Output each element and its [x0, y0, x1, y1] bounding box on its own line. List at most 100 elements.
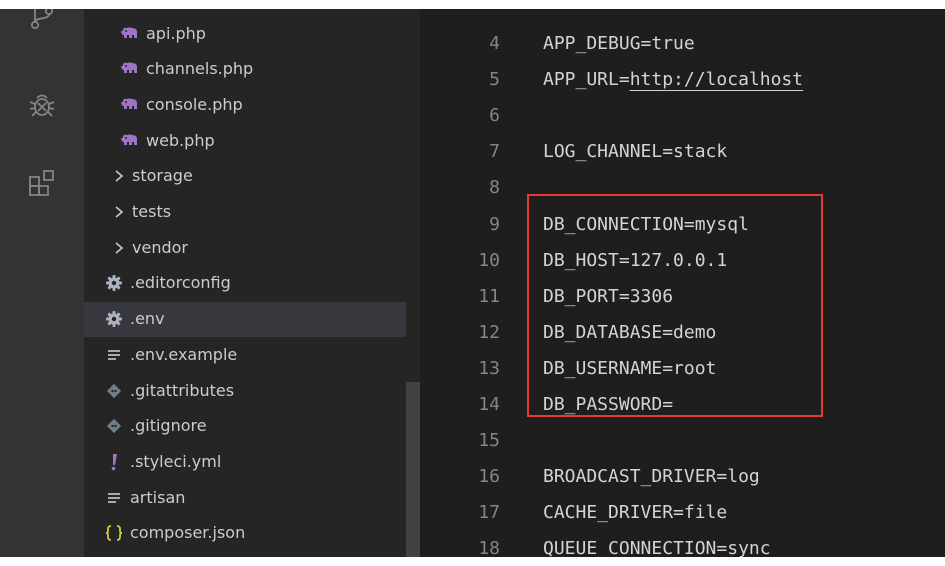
tree-item-label: storage — [132, 166, 193, 186]
php-elephant-icon — [120, 24, 140, 44]
screenshot-root: api.php channels.php console.php web.php sto… — [0, 0, 945, 566]
line-content: QUEUE_CONNECTION=sync — [543, 538, 771, 557]
tree-file[interactable]: .env.example — [84, 337, 406, 372]
line-text: APP_DEBUG=true — [543, 26, 695, 62]
debug-icon[interactable] — [27, 90, 57, 120]
tree-item-label: .gitattributes — [130, 380, 235, 400]
code-line: 8 — [420, 170, 945, 206]
braces-icon — [104, 523, 124, 543]
line-number: 6 — [489, 105, 500, 127]
line-content: CACHE_DRIVER=file — [543, 502, 728, 524]
source-control-icon[interactable] — [27, 9, 57, 31]
line-number: 18 — [478, 538, 500, 557]
line-text: DB_USERNAME=root — [543, 351, 716, 387]
tree-item-label: .env — [130, 309, 165, 329]
code-line: 11 DB_PORT=3306 — [420, 279, 945, 315]
php-elephant-icon — [120, 131, 140, 151]
php-elephant-icon — [120, 95, 140, 115]
code-line: 15 — [420, 423, 945, 459]
line-content: DB_PORT=3306 — [543, 285, 674, 307]
tree-file[interactable]: .styleci.yml — [84, 444, 406, 479]
vscode-window: api.php channels.php console.php web.php sto… — [0, 9, 945, 557]
tree-file[interactable]: console.php — [84, 87, 406, 122]
line-content: DB_HOST=127.0.0.1 — [543, 249, 728, 271]
line-content: LOG_CHANNEL=stack — [543, 141, 728, 163]
activity-bar — [0, 9, 84, 557]
code-line: 17 CACHE_DRIVER=file — [420, 495, 945, 531]
tree-folder[interactable]: storage — [84, 159, 406, 194]
tree-item-label: composer.json — [130, 523, 246, 543]
tree-file[interactable]: .env — [84, 301, 406, 337]
git-diamond-icon — [104, 416, 124, 436]
tree-file[interactable]: .gitattributes — [84, 373, 406, 408]
tree-folder[interactable]: tests — [84, 195, 406, 230]
url-link[interactable]: http://localhost — [630, 69, 803, 90]
extensions-icon[interactable] — [27, 168, 57, 198]
tree-item-label: console.php — [146, 94, 243, 114]
code-line: 10 DB_HOST=127.0.0.1 — [420, 243, 945, 279]
line-number: 5 — [489, 69, 500, 91]
line-content: DB_USERNAME=root — [543, 357, 717, 379]
tree-file[interactable]: web.php — [84, 123, 406, 158]
tree-file[interactable]: artisan — [84, 480, 406, 515]
code-line: 7 LOG_CHANNEL=stack — [420, 134, 945, 170]
tree-item-label: api.php — [146, 23, 206, 43]
chevron-right-icon — [112, 238, 126, 258]
tree-item-label: .env.example — [130, 344, 238, 364]
tree-folder[interactable]: vendor — [84, 230, 406, 265]
line-text: DB_CONNECTION=mysql — [543, 207, 749, 243]
gear-icon — [104, 273, 124, 293]
exclamation-icon — [104, 452, 124, 472]
lines-icon — [104, 488, 124, 508]
line-text: APP_URL=http://localhost — [543, 62, 803, 98]
tree-item-label: artisan — [130, 487, 186, 507]
git-diamond-icon — [104, 381, 124, 401]
line-number: 15 — [478, 430, 500, 452]
line-text: CACHE_DRIVER=file — [543, 495, 727, 531]
gear-icon — [104, 309, 124, 329]
tree-item-label: .gitignore — [130, 416, 207, 436]
line-text: BROADCAST_DRIVER=log — [543, 459, 760, 495]
line-number: 12 — [478, 321, 500, 343]
line-number: 17 — [478, 502, 500, 524]
explorer-scrollbar[interactable] — [406, 382, 420, 557]
code-line: 14 DB_PASSWORD= — [420, 387, 945, 423]
tree-file[interactable]: .gitignore — [84, 409, 406, 444]
tree-item-label: tests — [132, 202, 172, 221]
chevron-right-icon — [112, 202, 126, 222]
line-number: 13 — [478, 357, 500, 379]
line-content: DB_CONNECTION=mysql — [543, 213, 749, 235]
tree-file[interactable]: api.php — [84, 16, 406, 51]
chevron-right-icon — [112, 166, 126, 186]
tree-file[interactable]: .editorconfig — [84, 266, 406, 301]
line-content: APP_URL= — [543, 69, 630, 91]
line-number: 9 — [489, 213, 500, 235]
code-line: 12 DB_DATABASE=demo — [420, 315, 945, 351]
code-line: 13 DB_USERNAME=root — [420, 351, 945, 387]
code-line: 18 QUEUE_CONNECTION=sync — [420, 531, 945, 557]
tree-item-label: .styleci.yml — [130, 451, 222, 471]
tree-item-label: vendor — [132, 237, 188, 257]
code-line: 6 — [420, 98, 945, 134]
line-number: 4 — [489, 33, 500, 54]
tree-item-label: channels.php — [146, 59, 254, 79]
line-content: DB_DATABASE=demo — [543, 321, 717, 343]
code-line: 16 BROADCAST_DRIVER=log — [420, 459, 945, 495]
code-line: 4 APP_DEBUG=true — [420, 26, 945, 62]
line-text: DB_PASSWORD= — [543, 387, 673, 423]
line-number: 14 — [478, 394, 500, 415]
line-number: 10 — [478, 249, 500, 271]
tree-item-label: web.php — [146, 130, 215, 150]
line-content: DB_PASSWORD= — [543, 394, 674, 415]
tree-file[interactable]: channels.php — [84, 52, 406, 87]
code-line: 9 DB_CONNECTION=mysql — [420, 207, 945, 243]
tree-item-label: .editorconfig — [130, 273, 231, 293]
line-content: APP_DEBUG=true — [543, 33, 695, 54]
code-editor[interactable]: 4 APP_DEBUG=true 5 APP_URL=http://localhost… — [420, 9, 945, 557]
php-elephant-icon — [120, 59, 140, 79]
lines-icon — [104, 345, 124, 365]
tree-file[interactable]: composer.json — [84, 516, 406, 551]
line-text: QUEUE_CONNECTION=sync — [543, 531, 771, 557]
line-number: 11 — [478, 285, 500, 307]
line-text: DB_HOST=127.0.0.1 — [543, 243, 727, 279]
